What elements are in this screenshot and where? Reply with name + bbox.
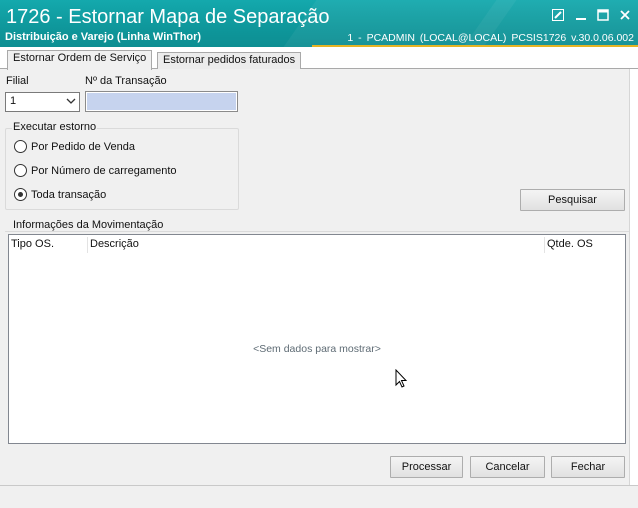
fechar-button[interactable]: Fechar (551, 456, 625, 478)
radio-por-numero-carregamento[interactable]: Por Número de carregamento (14, 164, 177, 177)
window-title: 1726 - Estornar Mapa de Separação (6, 6, 330, 28)
executar-estorno-title: Executar estorno (12, 121, 98, 133)
column-header-qtde-os[interactable]: Qtde. OS (547, 238, 593, 250)
tab-estornar-pedidos-faturados[interactable]: Estornar pedidos faturados (157, 52, 302, 69)
minimize-icon[interactable] (573, 7, 589, 23)
radio-label: Por Número de carregamento (31, 164, 177, 177)
close-icon[interactable] (617, 7, 633, 23)
column-separator (87, 237, 88, 253)
transacao-input[interactable] (85, 91, 238, 112)
tab-bar: Estornar Ordem de Serviço Estornar pedid… (0, 47, 638, 70)
status-bar (0, 485, 638, 508)
cancelar-button[interactable]: Cancelar (470, 456, 545, 478)
radio-por-pedido-venda[interactable]: Por Pedido de Venda (14, 140, 135, 153)
radio-circle (14, 164, 27, 177)
radio-circle (14, 140, 27, 153)
window-subtitle: Distribuição e Varejo (Linha WinThor) (5, 31, 202, 43)
tab-estornar-ordem-servico[interactable]: Estornar Ordem de Serviço (7, 50, 153, 70)
main-panel: Filial 1 Nº da Transação Executar estorn… (0, 69, 638, 485)
column-header-tipo-os[interactable]: Tipo OS. (11, 238, 54, 250)
pesquisar-button[interactable]: Pesquisar (520, 189, 625, 211)
session-info: 1 - PCADMIN (LOCAL@LOCAL) PCSIS1726 v.30… (347, 32, 634, 44)
title-bar: 1726 - Estornar Mapa de Separação Distri… (0, 0, 638, 47)
mouse-cursor-icon (395, 369, 408, 388)
radio-circle-checked (14, 188, 27, 201)
empty-grid-message: <Sem dados para mostrar> (253, 343, 381, 355)
radio-toda-transacao[interactable]: Toda transação (14, 188, 106, 201)
window-right-edge (629, 69, 638, 508)
movimentacao-title: Informações da Movimentação (12, 219, 165, 231)
transacao-label: Nº da Transação (85, 75, 167, 87)
movimentacao-grid[interactable]: Tipo OS. Descrição Qtde. OS <Sem dados p… (8, 234, 626, 444)
chevron-down-icon (66, 98, 76, 104)
column-separator (544, 237, 545, 253)
processar-button[interactable]: Processar (390, 456, 463, 478)
filial-label: Filial (6, 75, 29, 87)
radio-label: Toda transação (31, 188, 107, 201)
filial-value: 1 (10, 95, 17, 107)
edit-window-icon[interactable] (550, 7, 566, 23)
column-header-descricao[interactable]: Descrição (90, 238, 139, 250)
movimentacao-group-line (5, 231, 629, 232)
filial-select[interactable]: 1 (5, 92, 80, 112)
maximize-icon[interactable] (595, 7, 611, 23)
radio-label: Por Pedido de Venda (31, 140, 135, 153)
